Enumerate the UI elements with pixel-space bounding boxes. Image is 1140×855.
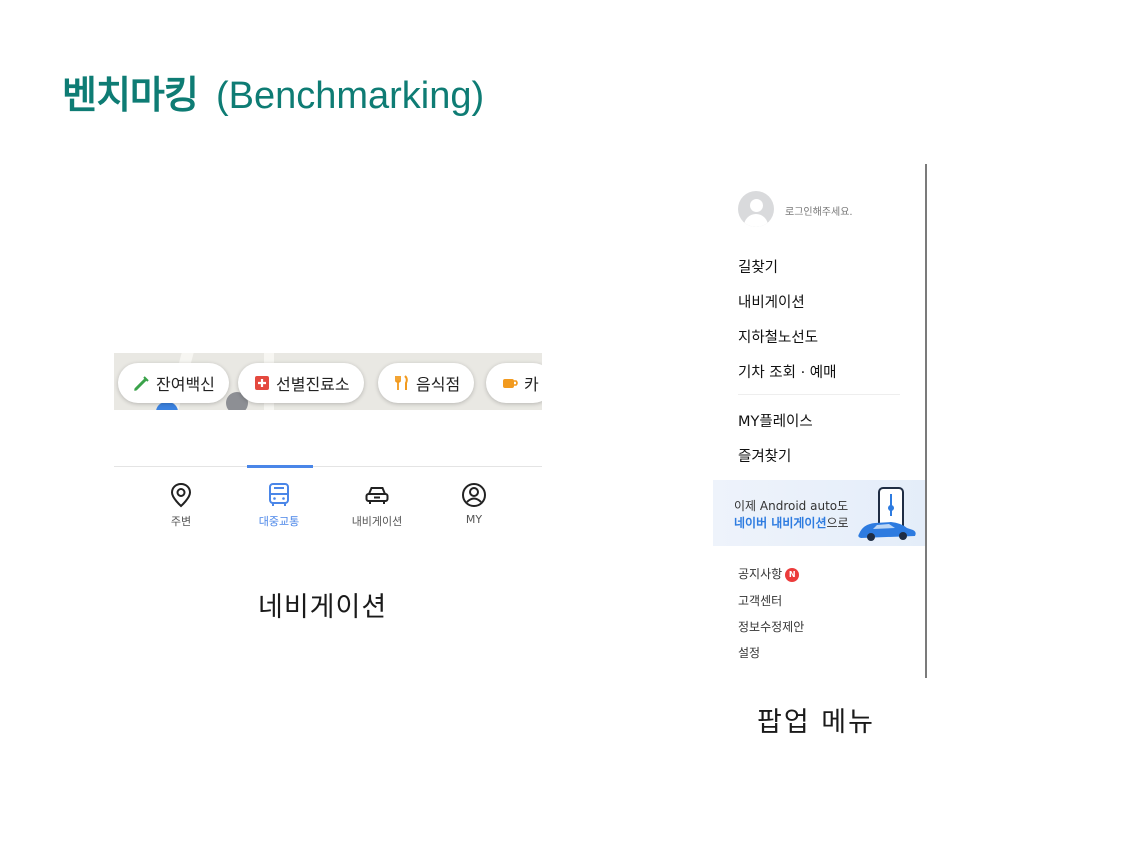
user-circle-icon — [462, 483, 486, 507]
bus-icon — [269, 483, 289, 506]
tab-label: 대중교통 — [258, 515, 300, 528]
avatar-head — [750, 199, 763, 212]
chip-remaining-vaccine[interactable]: 잔여백신 — [118, 363, 229, 403]
chip-label: 음식점 — [416, 375, 461, 394]
chip-label: 카 — [524, 375, 539, 394]
popup-menu-panel: 로그인해주세요. 길찾기 내비게이션 지하철노선도 기차 조회 · 예매 MY플… — [713, 164, 926, 678]
chip-screening-clinic[interactable]: 선별진료소 — [238, 363, 364, 403]
tab-label: MY — [465, 513, 483, 526]
menu-item-settings[interactable]: 설정 — [738, 644, 760, 661]
car-icon — [365, 487, 389, 504]
chip-restaurant[interactable]: 음식점 — [378, 363, 475, 403]
banner-highlight: 네이버 내비게이션 — [734, 516, 827, 530]
tab-label: 내비게이션 — [351, 515, 403, 528]
tab-public-transit[interactable]: 대중교통 — [239, 481, 319, 529]
banner-line-2: 네이버 내비게이션으로 — [734, 514, 849, 531]
banner-line-1: 이제 Android auto도 — [734, 499, 849, 513]
map-chip-strip: 잔여백신 선별진료소 음식점 카 — [114, 353, 542, 410]
coffee-cup-icon — [500, 373, 520, 393]
avatar-body — [744, 214, 768, 227]
medical-cross-icon — [252, 373, 272, 393]
android-auto-banner[interactable]: 이제 Android auto도 네이버 내비게이션으로 — [713, 480, 926, 546]
login-prompt[interactable]: 로그인해주세요. — [785, 203, 853, 218]
slide-title-english: (Benchmarking) — [215, 75, 485, 117]
car-phone-illustration-icon — [858, 487, 916, 541]
syringe-icon — [132, 373, 152, 393]
menu-item-train-booking[interactable]: 기차 조회 · 예매 — [738, 361, 836, 382]
chip-cafe[interactable]: 카 — [486, 363, 542, 403]
chip-label: 잔여백신 — [156, 375, 215, 394]
location-pin-icon — [170, 482, 192, 508]
menu-divider — [738, 394, 900, 395]
fork-knife-icon — [392, 373, 412, 393]
active-tab-indicator — [247, 465, 313, 468]
new-badge: N — [785, 568, 800, 582]
sub-item-label: 공지사항 — [738, 567, 783, 581]
caption-popup-menu: 팝업 메뉴 — [757, 707, 875, 738]
menu-item-notices[interactable]: 공지사항 N — [738, 565, 800, 582]
chip-label: 선별진료소 — [276, 375, 350, 394]
banner-suffix: 으로 — [826, 516, 849, 530]
caption-navigation: 네비게이션 — [258, 592, 388, 623]
tab-navigation[interactable]: 내비게이션 — [337, 481, 417, 529]
panel-edge — [925, 164, 927, 678]
menu-item-favorites[interactable]: 즐겨찾기 — [738, 445, 791, 466]
menu-item-subway-map[interactable]: 지하철노선도 — [738, 326, 818, 347]
menu-item-edit-suggestion[interactable]: 정보수정제안 — [738, 618, 804, 635]
tab-nearby[interactable]: 주변 — [141, 481, 221, 529]
slide-title: 벤치마킹 (Benchmarking) — [62, 64, 484, 119]
menu-item-my-place[interactable]: MY플레이스 — [738, 410, 813, 431]
avatar[interactable] — [738, 191, 774, 227]
menu-item-navigation[interactable]: 내비게이션 — [738, 291, 805, 312]
menu-item-directions[interactable]: 길찾기 — [738, 256, 778, 277]
tab-label: 주변 — [170, 515, 192, 528]
bottom-navigation-bar: 주변 대중교통 내비게이션 MY — [114, 465, 542, 536]
tab-my[interactable]: MY — [434, 481, 514, 526]
menu-item-customer-center[interactable]: 고객센터 — [738, 592, 782, 609]
slide-title-korean: 벤치마킹 — [62, 73, 199, 117]
